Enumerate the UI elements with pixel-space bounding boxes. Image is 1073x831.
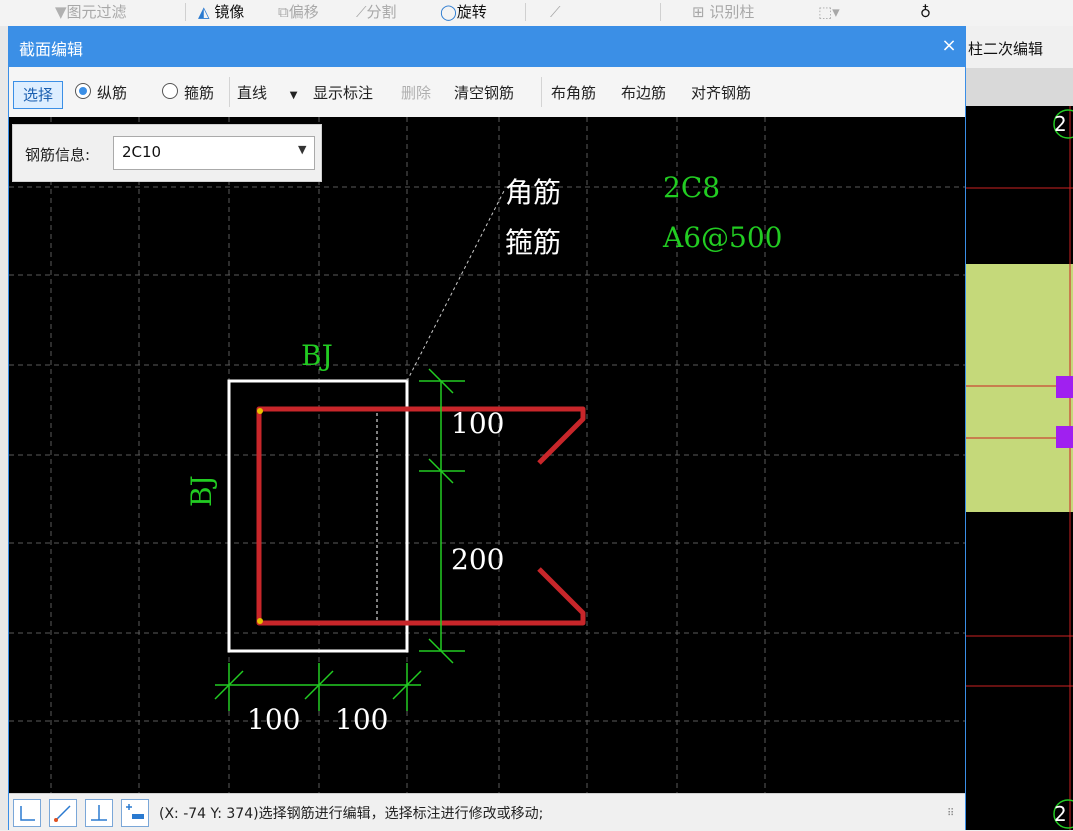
dim-vertical-bottom[interactable]: 200	[451, 543, 504, 576]
corner-rebar-point	[257, 618, 263, 624]
stirrup-rebar	[256, 406, 586, 626]
rebar-info-select[interactable]: 2C10 ▼	[113, 136, 315, 170]
toolbar-divider	[525, 3, 526, 21]
rotate-label: 旋转	[456, 3, 487, 21]
split-button[interactable]: ⟋分割	[356, 2, 397, 22]
corner-rebar-value[interactable]: 2C8	[663, 171, 720, 204]
section-edit-dialog: 截面编辑 × 选择 纵筋 箍筋 直线 ▼ 显示标注 删除 清空钢筋 布角筋 布边…	[8, 26, 966, 831]
close-button[interactable]: ×	[937, 33, 961, 59]
orthogonal-snap-glyph	[20, 806, 35, 821]
mirror-icon: ◭	[198, 3, 210, 21]
status-text: (X: -74 Y: 374)选择钢筋进行编辑，选择标注进行修改或移动;	[159, 806, 544, 822]
split-label: 分割	[366, 3, 397, 21]
toolbar-divider	[185, 3, 186, 21]
dropdown-tool-icon: ⬚▾	[818, 3, 840, 21]
resize-grip-icon[interactable]: ⠿	[947, 808, 954, 819]
identify-column-label: 识别柱	[709, 3, 755, 21]
element-filter-label: 图元过滤	[66, 3, 127, 21]
toolbar-divider	[541, 77, 542, 107]
mirror-label: 镜像	[214, 3, 245, 21]
top-edge-label[interactable]: BJ	[301, 339, 333, 372]
purple-marker	[1056, 376, 1073, 398]
align-rebar-button[interactable]: 对齐钢筋	[691, 80, 751, 106]
split-icon: ⟋	[356, 3, 367, 21]
dimension-horizontal	[214, 663, 422, 711]
longitudinal-radio[interactable]	[75, 83, 91, 99]
line-mode-dropdown[interactable]: 直线 ▼	[237, 80, 298, 106]
line-mode-value: 直线	[237, 84, 268, 102]
column-secondary-edit-tab[interactable]: 柱二次编辑	[966, 26, 1073, 69]
dialog-title: 截面编辑	[19, 40, 84, 59]
dialog-toolbar: 选择 纵筋 箍筋 直线 ▼ 显示标注 删除 清空钢筋 布角筋 布边筋 对齐钢筋	[9, 67, 965, 118]
dialog-title-bar[interactable]: 截面编辑 ×	[9, 27, 965, 67]
clear-rebar-button[interactable]: 清空钢筋	[454, 80, 514, 106]
rebar-info-value: 2C10	[122, 143, 162, 161]
offset-label: 偏移	[288, 3, 319, 21]
stirrup-label[interactable]: 箍筋	[184, 80, 214, 106]
dim-horizontal-left[interactable]: 100	[247, 703, 300, 736]
angle-snap-glyph	[54, 805, 71, 822]
section-outline	[227, 379, 409, 653]
filter-icon: ▼	[55, 3, 67, 21]
toolbar-divider	[229, 77, 230, 107]
identify-icon: ⊞	[692, 3, 705, 21]
stirrup-value[interactable]: A6@500	[663, 221, 782, 254]
dropdown-tool-button[interactable]: ⬚▾	[818, 2, 840, 22]
perpendicular-snap-icon[interactable]	[85, 799, 113, 827]
rotate-icon: ◯	[440, 3, 457, 21]
rebar-info-panel: 钢筋信息: 2C10 ▼	[12, 124, 322, 182]
stirrup-label-text[interactable]: 箍筋	[505, 221, 561, 261]
left-edge-label[interactable]: BJ	[185, 475, 218, 507]
dim-horizontal-right[interactable]: 100	[335, 703, 388, 736]
mirror-button[interactable]: ◭ 镜像	[198, 2, 244, 22]
offset-snap-icon[interactable]	[121, 799, 149, 827]
section-canvas[interactable]: 钢筋信息: 2C10 ▼ 角筋 2C8 箍筋 A6@500 BJ BJ 100 …	[9, 117, 965, 793]
core-outline	[258, 410, 378, 622]
corner-rebar-label[interactable]: 角筋	[505, 171, 561, 211]
offset-button[interactable]: ⧉偏移	[278, 2, 319, 22]
stirrup-radio[interactable]	[162, 83, 178, 99]
delete-button[interactable]: 删除	[401, 80, 431, 106]
identify-column-button[interactable]: ⊞ 识别柱	[692, 2, 754, 22]
orthogonal-snap-icon[interactable]	[13, 799, 41, 827]
main-canvas[interactable]: 2 2	[966, 26, 1073, 830]
toolbar-divider	[660, 3, 661, 21]
app-left-edge	[0, 26, 8, 830]
element-filter-button[interactable]: ▼图元过滤	[55, 2, 127, 22]
dim-vertical-top[interactable]: 100	[451, 407, 504, 440]
purple-marker	[1056, 426, 1073, 448]
offset-snap-glyph	[126, 804, 144, 819]
select-button[interactable]: 选择	[13, 81, 63, 109]
column-tool-icon[interactable]: ♁	[920, 2, 931, 22]
corner-rebar-point	[257, 408, 263, 414]
rebar-info-label: 钢筋信息:	[25, 146, 91, 164]
place-edge-rebar-button[interactable]: 布边筋	[621, 80, 666, 106]
chevron-down-icon: ▼	[289, 90, 298, 101]
longitudinal-label[interactable]: 纵筋	[97, 80, 127, 106]
app-toolbar: ▼图元过滤 ◭ 镜像 ⧉偏移 ⟋分割 ◯旋转 ⟋ ⊞ 识别柱 ⬚▾ ♁	[0, 0, 1073, 27]
offset-icon: ⧉	[278, 3, 289, 21]
section-drawing	[9, 117, 965, 793]
axis-marker-bottom: 2	[1054, 802, 1067, 826]
rotate-button[interactable]: ◯旋转	[440, 2, 487, 22]
angle-snap-icon[interactable]	[49, 799, 77, 827]
column-secondary-edit-label: 柱二次编辑	[968, 40, 1044, 58]
perpendicular-snap-glyph	[91, 805, 107, 821]
axis-marker-top: 2	[1054, 112, 1067, 136]
show-annotation-button[interactable]: 显示标注	[313, 80, 373, 106]
main-canvas-drawing	[966, 106, 1073, 830]
grid-lines	[9, 117, 965, 793]
line-tool-icon[interactable]: ⟋	[550, 2, 561, 22]
chevron-down-icon: ▼	[298, 143, 307, 156]
place-corner-rebar-button[interactable]: 布角筋	[551, 80, 596, 106]
leader-line	[406, 188, 506, 382]
background-tab-strip	[966, 68, 1073, 106]
status-bar: (X: -74 Y: 374)选择钢筋进行编辑，选择标注进行修改或移动; ⠿	[9, 793, 965, 831]
